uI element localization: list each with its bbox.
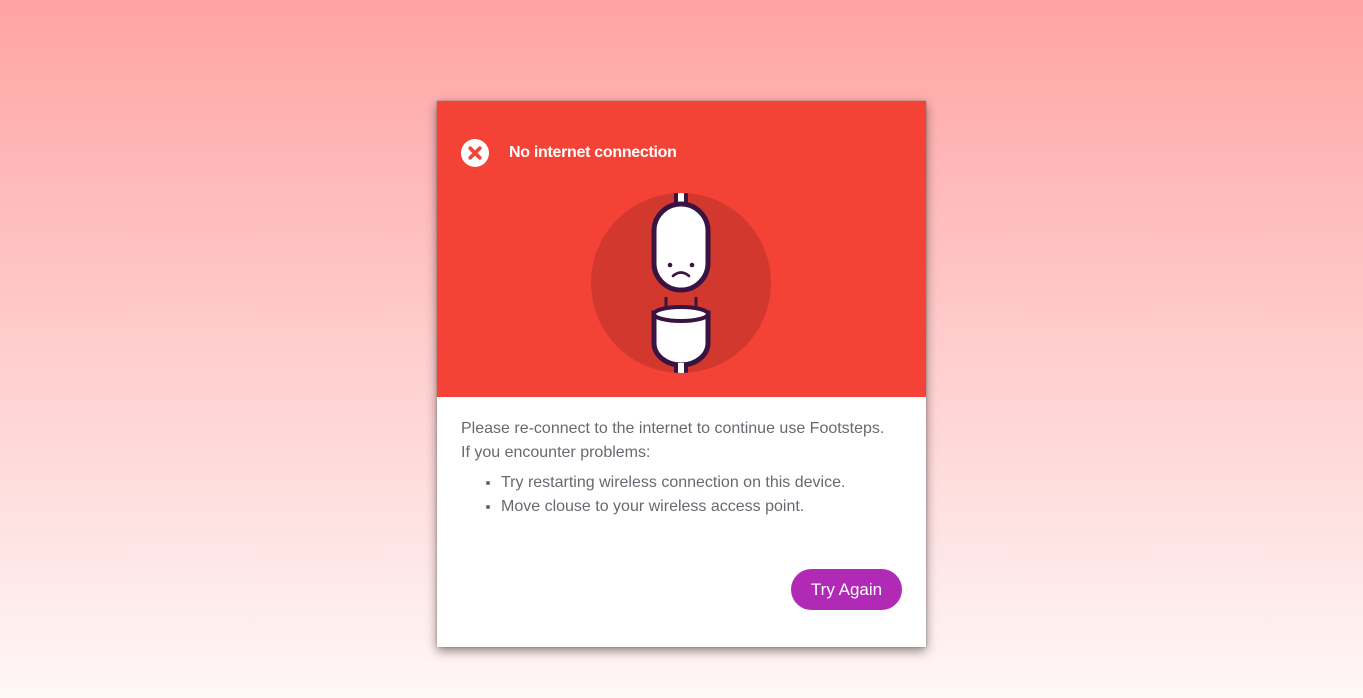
troubleshooting-list: Try restarting wireless connection on th… [461,471,902,519]
list-item: Move clouse to your wireless access poin… [501,495,902,519]
no-connection-dialog: No internet connection Please re-connect… [437,101,926,647]
reconnect-message: Please re-connect to the internet to con… [461,420,885,437]
problems-heading: If you encounter problems: [461,444,651,461]
close-circle-icon [461,139,489,167]
unplugged-sad-plug-icon [590,193,772,375]
status-row: No internet connection [461,139,677,167]
list-item: Try restarting wireless connection on th… [501,471,902,495]
try-again-button[interactable]: Try Again [791,569,902,610]
dialog-header: No internet connection [437,101,926,397]
dialog-body: Please re-connect to the internet to con… [437,397,926,519]
status-title: No internet connection [509,144,677,161]
